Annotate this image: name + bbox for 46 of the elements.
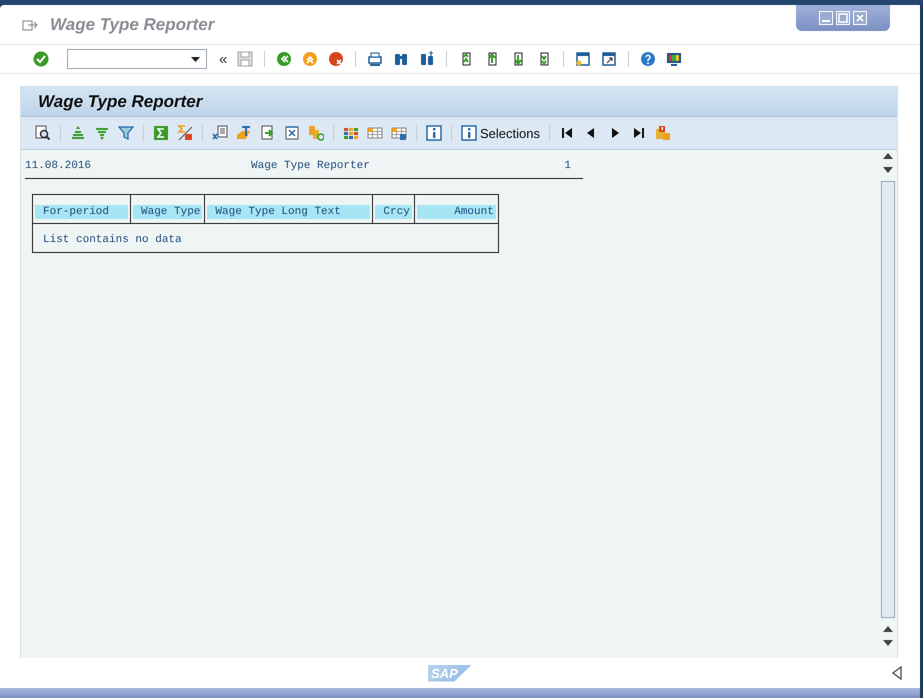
sort-descending-icon[interactable] [94,125,110,141]
column-header: For-period [35,205,128,219]
page-number: 1 [564,160,571,172]
column-header: Amount [416,205,496,219]
info-icon [461,125,477,141]
report-date: 11.08.2016 [25,160,92,172]
subtotal-icon[interactable] [177,125,193,141]
window-title: Wage Type Reporter [50,14,214,34]
scroll-down-icon[interactable] [883,640,893,646]
monitor-icon[interactable] [666,51,682,67]
binoculars-icon[interactable] [393,51,410,67]
dropdown-icon[interactable] [191,56,200,62]
new-window-icon[interactable] [575,51,592,67]
screen-title: Wage Type Reporter [21,87,897,117]
expand-icon[interactable] [892,666,902,680]
details-icon[interactable] [35,125,51,141]
scroll-up-icon[interactable] [883,626,893,632]
column-header: Crcy [375,205,412,219]
help-icon[interactable] [640,51,656,67]
cancel-icon[interactable] [328,51,344,67]
menu-icon[interactable] [22,18,38,32]
selections-button[interactable]: Selections [459,125,542,141]
print-icon[interactable] [367,51,384,67]
empty-list-message: List contains no data [43,234,182,246]
back-icon[interactable] [276,51,292,67]
scroll-up-icon[interactable] [883,153,893,159]
local-file-icon[interactable] [260,125,276,141]
choose-layout-icon[interactable] [367,125,383,141]
scroll-down-icon[interactable] [883,167,893,173]
binoculars-plus-icon[interactable] [419,51,436,67]
layout-grid-icon[interactable] [343,125,359,141]
shortcut-icon[interactable] [601,51,618,67]
save-layout-icon[interactable] [391,125,407,141]
sum-icon[interactable] [153,125,169,141]
enter-icon[interactable] [33,51,49,67]
history-button[interactable]: « [217,50,230,68]
spreadsheet-icon[interactable] [212,125,228,141]
report-title: Wage Type Reporter [251,160,370,172]
command-field[interactable] [67,49,207,69]
alert-icon[interactable] [654,125,671,141]
column-header: Wage Type Long Text [207,205,370,219]
sort-ascending-icon[interactable] [70,125,86,141]
column-header: Wage Type [133,205,202,219]
filter-icon[interactable] [118,125,134,141]
sap-logo: SAP [428,664,472,682]
info-icon[interactable] [426,125,442,141]
